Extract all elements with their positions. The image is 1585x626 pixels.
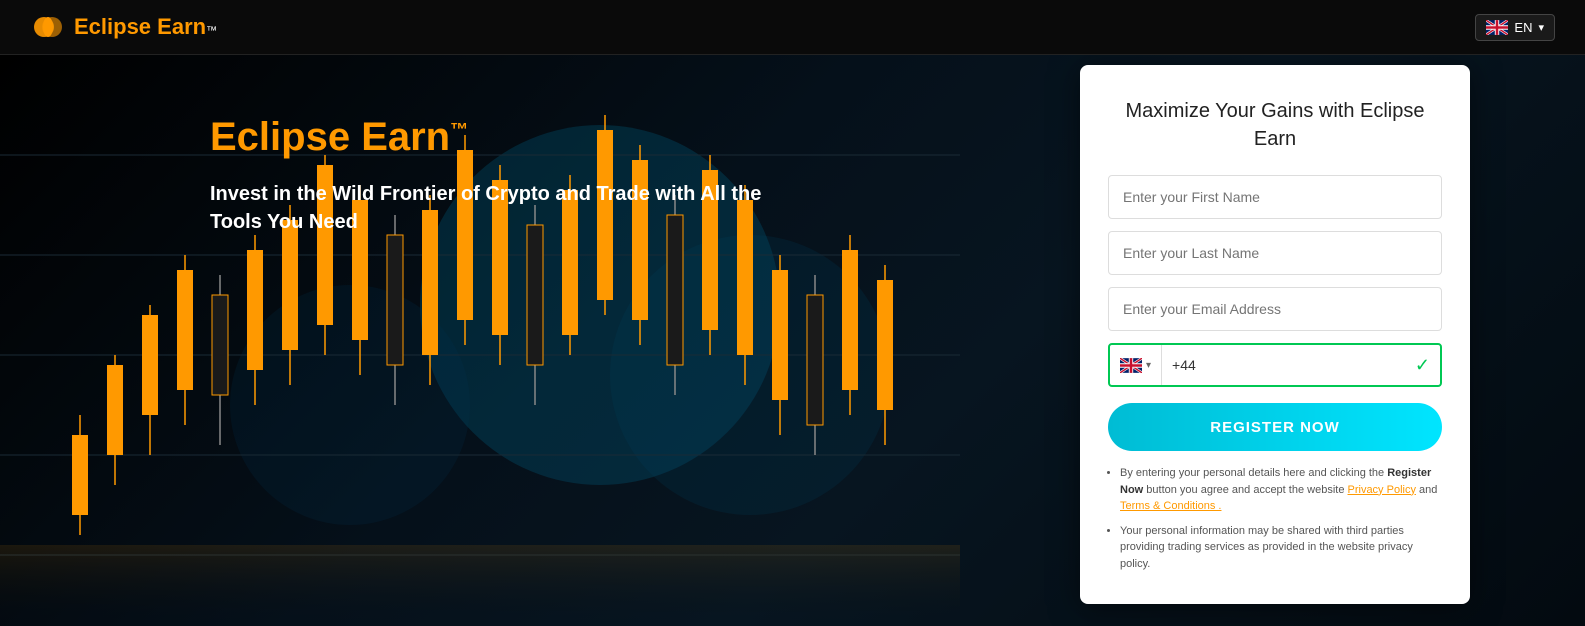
phone-input[interactable] bbox=[1162, 345, 1415, 385]
lang-dropdown-icon: ▾ bbox=[1538, 21, 1544, 34]
phone-flag-icon bbox=[1120, 358, 1142, 373]
logo-text: Eclipse Earn ™ bbox=[74, 14, 217, 40]
register-now-button[interactable]: REGISTER NOW bbox=[1108, 403, 1442, 451]
hero-content: Eclipse Earn™ Invest in the Wild Frontie… bbox=[210, 115, 761, 236]
eclipse-earn-logo-icon bbox=[30, 9, 66, 45]
uk-flag-icon bbox=[1486, 20, 1508, 35]
email-input[interactable] bbox=[1108, 287, 1442, 331]
disclaimer-text: By entering your personal details here a… bbox=[1108, 465, 1442, 572]
hero-title: Eclipse Earn™ bbox=[210, 115, 761, 160]
terms-conditions-link[interactable]: Terms & Conditions . bbox=[1120, 500, 1221, 512]
language-selector[interactable]: EN ▾ bbox=[1475, 14, 1555, 41]
last-name-input[interactable] bbox=[1108, 231, 1442, 275]
lang-code-label: EN bbox=[1514, 20, 1532, 35]
first-name-input[interactable] bbox=[1108, 175, 1442, 219]
card-title: Maximize Your Gains with Eclipse Earn bbox=[1108, 97, 1442, 153]
main-header: Eclipse Earn ™ EN ▾ bbox=[0, 0, 1585, 55]
logo-area: Eclipse Earn ™ bbox=[30, 9, 217, 45]
phone-country-selector[interactable]: ▾ bbox=[1110, 345, 1162, 385]
hero-subtitle: Invest in the Wild Frontier of Crypto an… bbox=[210, 180, 761, 236]
hero-section: Eclipse Earn™ Invest in the Wild Frontie… bbox=[0, 55, 1585, 626]
phone-row: ▾ ✓ bbox=[1108, 343, 1442, 387]
privacy-policy-link[interactable]: Privacy Policy bbox=[1348, 484, 1416, 496]
phone-valid-checkmark: ✓ bbox=[1415, 355, 1440, 376]
country-code-chevron: ▾ bbox=[1146, 360, 1151, 371]
registration-card: Maximize Your Gains with Eclipse Earn ▾ … bbox=[1080, 65, 1470, 604]
